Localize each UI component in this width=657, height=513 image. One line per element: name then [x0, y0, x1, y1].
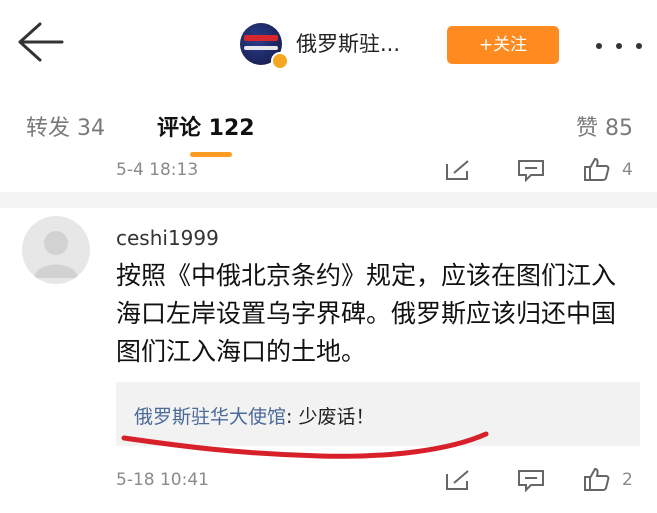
tab-comment[interactable]: 评论 122: [157, 110, 255, 142]
follow-button[interactable]: +关注: [447, 26, 559, 64]
repost-icon[interactable]: [444, 158, 472, 186]
tab-like[interactable]: 赞 85: [576, 110, 633, 142]
comment-timestamp: 5-4 18:13: [116, 160, 199, 180]
comment-username[interactable]: ceshi1999: [116, 226, 219, 250]
comment-icon[interactable]: [516, 468, 546, 496]
comment-divider: [0, 192, 657, 208]
reply-text: 少废话！: [298, 406, 375, 428]
comment-icon[interactable]: [516, 158, 546, 186]
reply-author[interactable]: 俄罗斯驻华大使馆: [134, 406, 286, 428]
reply-line: 俄罗斯驻华大使馆: 少废话！: [134, 402, 374, 429]
red-underline-annotation: [121, 431, 489, 459]
tab-repost[interactable]: 转发 34: [26, 110, 105, 142]
account-name[interactable]: 俄罗斯驻...: [296, 28, 400, 58]
repost-icon[interactable]: [444, 468, 472, 496]
comment-timestamp: 5-18 10:41: [116, 470, 209, 490]
reply-separator: :: [286, 406, 299, 428]
more-dots-icon[interactable]: [596, 36, 642, 56]
comment-text: 按照《中俄北京条约》规定，应该在图们江入海口左岸设置乌字界碑。俄罗斯应该归还中国…: [116, 261, 617, 366]
thumbs-up-icon[interactable]: [582, 156, 612, 186]
like-count: 4: [622, 160, 633, 180]
back-arrow-icon[interactable]: [10, 20, 66, 64]
thumbs-up-icon[interactable]: [582, 466, 612, 496]
like-count: 2: [622, 470, 633, 490]
user-avatar[interactable]: [22, 216, 90, 284]
verified-badge-icon: [271, 52, 289, 70]
active-tab-indicator: [190, 152, 232, 157]
